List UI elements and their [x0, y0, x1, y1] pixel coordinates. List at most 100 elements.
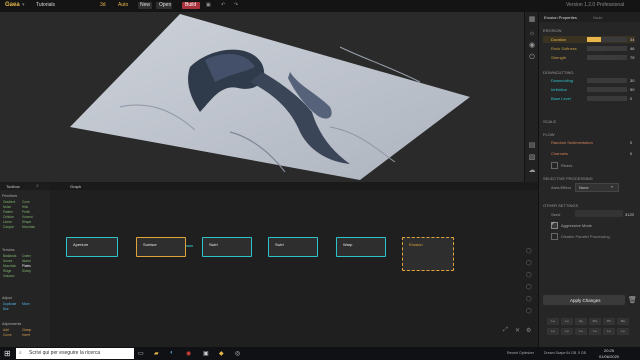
toolbox-item[interactable]: Shape [22, 220, 31, 224]
file-explorer-icon[interactable]: ▰ [154, 350, 159, 357]
seed-slider[interactable] [575, 210, 623, 217]
toolbox-item[interactable]: Plates [22, 264, 31, 268]
preset-button[interactable]: Lo [575, 328, 587, 335]
slider-strength[interactable] [587, 55, 627, 60]
cloud-icon[interactable]: ☁ [528, 167, 536, 175]
power-icon[interactable]: ⏻ [528, 54, 536, 62]
preset-button[interactable]: Lo [617, 328, 629, 335]
slider-rock-softness[interactable] [587, 46, 627, 51]
undo-icon[interactable]: ↶ [221, 2, 225, 9]
node-warp[interactable]: Warp [336, 237, 386, 257]
gaea-taskbar-icon[interactable]: ◆ [219, 350, 224, 357]
param-value-rock-softness[interactable]: 46 [630, 46, 634, 51]
toolbox-item[interactable]: Linear [3, 220, 12, 224]
settings-icon[interactable]: ⚙ [526, 327, 531, 334]
toolbox-item[interactable]: Volcano [3, 274, 14, 278]
toolbox-item[interactable]: Hills [22, 205, 28, 209]
media-icon[interactable]: ▣ [203, 350, 209, 357]
redo-icon[interactable]: ↷ [234, 2, 238, 9]
param-value-inhibition[interactable]: 50 [630, 87, 634, 92]
view-mode[interactable]: 3d [100, 2, 106, 9]
toolbox-item[interactable]: Duplicate [3, 302, 16, 306]
toolbox-item[interactable]: Gradient [3, 200, 15, 204]
tray-status-a[interactable]: Recent Optimizer [507, 351, 534, 355]
toolbox-item[interactable]: Crater [22, 254, 31, 258]
section-selective-processing[interactable]: SELECTIVE PROCESSING [543, 176, 593, 181]
graph-tool-icon[interactable]: ◯ [526, 308, 532, 314]
preset-button[interactable]: Lo [547, 318, 559, 325]
group-header-adjust[interactable]: Adjust [2, 296, 12, 300]
toolbox-item[interactable]: Blur [3, 307, 9, 311]
group-header-primitives[interactable]: Primitives [2, 194, 17, 198]
node-swirl-2[interactable]: Swirl [268, 237, 318, 257]
chrome-icon[interactable]: ◉ [186, 350, 191, 357]
browser-icon[interactable]: ◐ [170, 350, 174, 356]
toolbox-search-icon[interactable]: ⌕ [36, 183, 39, 189]
preset-button[interactable]: Lo [603, 328, 615, 335]
toolbox-item[interactable]: Island [22, 259, 31, 263]
toolbox-item[interactable]: Canyon [3, 225, 14, 229]
toolbox-item[interactable]: Pattern [3, 210, 13, 214]
section-scale[interactable]: SCALE [543, 119, 556, 124]
section-downcutting[interactable]: DOWNCUTTING [543, 70, 573, 75]
param-value-base-level[interactable]: 0 [630, 96, 632, 101]
app-icon[interactable]: ◎ [235, 350, 240, 357]
node-aperture[interactable]: Aperture [66, 237, 118, 257]
task-view-icon[interactable]: ▭ [138, 350, 144, 357]
seed-value[interactable]: 3120 [625, 212, 634, 217]
project-name[interactable]: Tutorials [36, 2, 55, 9]
toolbox-item[interactable]: Mountain [22, 225, 35, 229]
close-icon[interactable]: ✕ [515, 327, 520, 334]
toolbox-item[interactable]: Slump [22, 269, 31, 273]
preset-button[interactable]: Lo [561, 328, 573, 335]
toolbox-item[interactable]: Voronoi [22, 215, 33, 219]
toolbox-item[interactable]: Clamp [22, 328, 31, 332]
windows-start-icon[interactable]: ⊞ [4, 349, 11, 358]
app-menu-chevron-icon[interactable]: ▾ [22, 2, 25, 9]
toolbox-item[interactable]: Mountain [3, 264, 16, 268]
preset-button[interactable]: Lo [561, 318, 573, 325]
param-value-random-sedimentation[interactable]: 0 [630, 140, 632, 145]
graph-tool-icon[interactable]: ◯ [526, 296, 532, 302]
slider-base-level[interactable] [587, 96, 627, 101]
preset-button[interactable]: Lo [589, 328, 601, 335]
section-erosion[interactable]: EROSION [543, 28, 561, 33]
sun-icon[interactable]: ☼ [528, 30, 536, 38]
clock-time[interactable]: 20:25 [604, 348, 614, 353]
toolbox-item[interactable]: Perlin [22, 210, 30, 214]
toolbox-item[interactable]: Ridge [3, 269, 11, 273]
save-icon[interactable]: ▣ [206, 2, 211, 9]
tray-status-c[interactable]: 5 GB [578, 351, 586, 355]
param-value-duration[interactable]: 34 [630, 37, 634, 42]
graph-tool-icon[interactable]: ◯ [526, 248, 532, 254]
graph-tool-icon[interactable]: ◯ [526, 260, 532, 266]
preset-button[interactable]: Lo [547, 328, 559, 335]
param-value-strength[interactable]: 75 [630, 55, 634, 60]
slider-duration[interactable] [587, 37, 627, 42]
section-flow[interactable]: FLOW [543, 132, 555, 137]
node-graph[interactable]: Graph Aperture Surface Swirl Swirl Warp … [50, 182, 538, 347]
param-value-channels[interactable]: 0 [630, 151, 632, 156]
preset-button[interactable]: Ba [617, 318, 629, 325]
preset-button[interactable]: Pri [603, 318, 615, 325]
tab-node[interactable]: Node [593, 15, 603, 20]
slider-downcutting[interactable] [587, 78, 627, 83]
group-header-adjustments[interactable]: Adjustments [2, 322, 21, 326]
node-erosion[interactable]: Erosion [402, 237, 454, 271]
slider-inhibition[interactable] [587, 87, 627, 92]
layers-icon[interactable]: ▤ [528, 142, 536, 150]
clock-date[interactable]: 01/06/2020 [599, 354, 619, 359]
toolbox-item[interactable]: Cellular [3, 215, 14, 219]
preset-button[interactable]: Pre [589, 318, 601, 325]
rivers-checkbox[interactable] [551, 162, 558, 169]
disable-parallel-checkbox[interactable] [551, 233, 558, 240]
toolbox-item[interactable]: Mixer [22, 302, 30, 306]
toolbox-item[interactable]: Curve [3, 333, 12, 337]
trash-icon[interactable]: 🗑 [628, 296, 637, 304]
toolbox-item[interactable]: Cone [22, 200, 30, 204]
node-swirl-1[interactable]: Swirl [202, 237, 252, 257]
grid-icon[interactable]: ▦ [528, 16, 536, 24]
toolbox-item[interactable]: Add [3, 328, 9, 332]
auto-build-toggle[interactable]: Auto [118, 2, 128, 9]
group-header-terrains[interactable]: Terrains [2, 248, 14, 252]
